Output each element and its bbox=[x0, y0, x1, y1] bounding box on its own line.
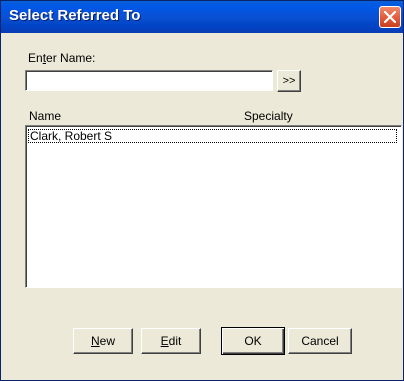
title-bar[interactable]: Select Referred To bbox=[1, 1, 403, 33]
new-button[interactable]: New bbox=[73, 328, 133, 354]
edit-button[interactable]: Edit bbox=[141, 328, 201, 354]
search-go-button[interactable]: >> bbox=[277, 70, 301, 92]
name-search-input[interactable] bbox=[25, 70, 273, 91]
list-item-name: Clark, Robert S bbox=[30, 129, 113, 143]
close-icon bbox=[384, 11, 396, 23]
dialog-window: Select Referred To Enter Name: >> Name S… bbox=[0, 0, 404, 381]
column-header-name[interactable]: Name bbox=[29, 109, 61, 123]
cancel-button[interactable]: Cancel bbox=[288, 328, 352, 354]
column-header-specialty[interactable]: Specialty bbox=[244, 109, 293, 123]
referral-list[interactable]: Clark, Robert S bbox=[25, 125, 402, 288]
close-button[interactable] bbox=[379, 6, 401, 28]
enter-name-label: Enter Name: bbox=[28, 51, 96, 65]
list-item[interactable]: Clark, Robert S bbox=[28, 129, 397, 143]
ok-button[interactable]: OK bbox=[221, 327, 285, 355]
window-title: Select Referred To bbox=[9, 7, 141, 24]
